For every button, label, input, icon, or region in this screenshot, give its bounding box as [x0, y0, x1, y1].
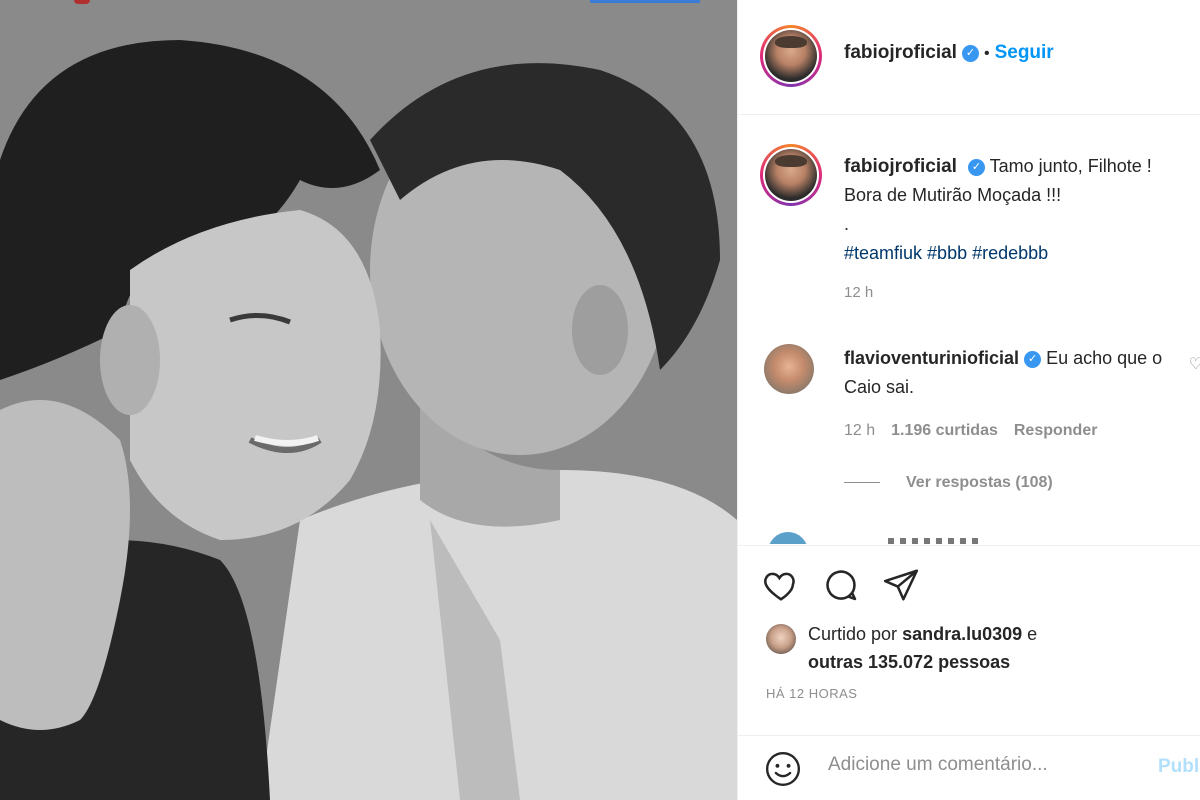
comment-text: flavioventurinioficial ✓ Eu acho que o Ca…: [844, 344, 1174, 402]
publish-button[interactable]: Publicar: [1158, 756, 1200, 778]
posted-time[interactable]: HÁ 12 HORAS: [766, 686, 857, 701]
caption-line1: Tamo junto, Filhote !: [989, 156, 1152, 176]
post-actions: Curtido por sandra.lu0309 e outras 135.0…: [738, 545, 1200, 715]
caption-time[interactable]: 12 h: [844, 284, 873, 301]
verified-icon: ✓: [961, 45, 979, 63]
comment-time[interactable]: 12 h: [844, 422, 875, 439]
photo-top-mark: [74, 0, 90, 4]
replies-line: [844, 482, 880, 484]
liked-by-prefix: Curtido por: [808, 624, 898, 644]
next-comment-partial: [888, 538, 978, 544]
follow-button[interactable]: Seguir: [995, 42, 1054, 63]
comments-list[interactable]: fabiojroficial ✓ Tamo junto, Filhote ! Bo…: [738, 116, 1200, 544]
reply-button[interactable]: Responder: [1014, 422, 1098, 439]
post-photo-drawing: [0, 0, 737, 800]
action-icons: [762, 566, 920, 604]
view-replies-label: Ver respostas (108): [906, 474, 1053, 491]
post-header: fabiojroficial ✓ • Seguir: [738, 0, 1200, 115]
caption-text: fabiojroficial ✓ Tamo junto, Filhote ! Bo…: [844, 152, 1200, 268]
liker-username[interactable]: sandra.lu0309: [902, 624, 1022, 644]
caption-username[interactable]: fabiojroficial: [844, 156, 957, 177]
caption-hashtags: #teamfiuk #bbb #redebbb: [844, 239, 1200, 268]
separator-dot: •: [983, 45, 990, 62]
comment-icon[interactable]: [822, 566, 860, 604]
post-side-panel: fabiojroficial ✓ • Seguir fabiojroficial ✓ T…: [737, 0, 1200, 800]
caption-line3: .: [844, 214, 850, 234]
commenter-avatar[interactable]: [764, 344, 814, 394]
liker-avatar[interactable]: [766, 624, 796, 654]
caption-line2: Bora de Mutirão Moçada !!!: [844, 185, 1062, 205]
verified-icon: ✓: [1024, 350, 1042, 368]
heart-icon[interactable]: [762, 566, 800, 604]
author-username[interactable]: fabiojroficial: [844, 42, 957, 63]
liked-by-conj: e: [1027, 624, 1038, 644]
comment-input[interactable]: [828, 754, 1128, 776]
hashtag-link[interactable]: #redebbb: [972, 243, 1048, 263]
author-avatar[interactable]: [760, 25, 822, 87]
comment-like-icon[interactable]: ♡: [1189, 354, 1200, 374]
hashtag-link[interactable]: #teamfiuk: [844, 243, 922, 263]
emoji-icon[interactable]: [764, 750, 802, 793]
liked-by: Curtido por sandra.lu0309 e outras 135.0…: [808, 620, 1188, 676]
liked-by-others[interactable]: outras 135.072 pessoas: [808, 652, 1010, 672]
header-line: fabiojroficial ✓ • Seguir: [844, 42, 1054, 64]
share-icon[interactable]: [882, 566, 920, 604]
next-commenter-avatar[interactable]: [768, 532, 808, 544]
post-photo[interactable]: [0, 0, 737, 800]
comment-meta: 12 h 1.196 curtidas Responder: [844, 422, 1113, 440]
comment-likes[interactable]: 1.196 curtidas: [891, 422, 998, 439]
hashtag-link[interactable]: #bbb: [927, 243, 967, 263]
add-comment-bar: Publicar: [738, 735, 1200, 800]
verified-icon: ✓: [967, 158, 985, 176]
commenter-username[interactable]: flavioventurinioficial: [844, 348, 1019, 368]
caption-avatar[interactable]: [760, 144, 822, 206]
view-replies-button[interactable]: Ver respostas (108): [844, 474, 1053, 492]
photo-top-bar: [590, 0, 700, 3]
